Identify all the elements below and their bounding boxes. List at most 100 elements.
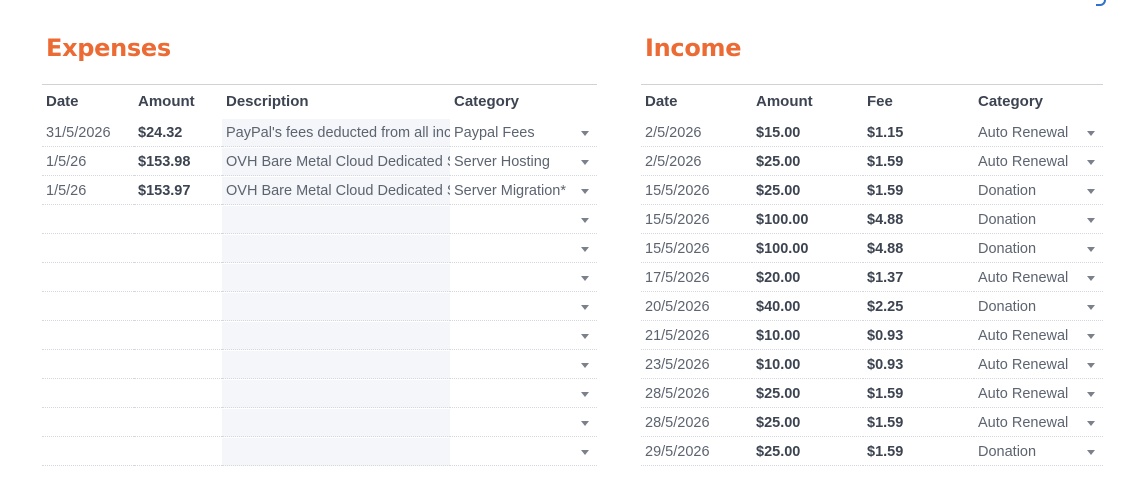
expense-date-cell[interactable]	[42, 438, 134, 466]
income-date-cell[interactable]: 23/5/2026	[641, 351, 752, 379]
expense-description-cell[interactable]	[222, 206, 450, 234]
expense-amount-cell[interactable]	[134, 322, 222, 350]
income-fee-cell[interactable]: $4.88	[863, 235, 974, 263]
chevron-down-icon[interactable]	[581, 334, 589, 339]
income-amount-cell[interactable]: $10.00	[752, 322, 863, 350]
expense-amount-cell[interactable]	[134, 293, 222, 321]
income-amount-cell[interactable]: $25.00	[752, 380, 863, 408]
income-amount-cell[interactable]: $40.00	[752, 293, 863, 321]
income-date-cell[interactable]: 20/5/2026	[641, 293, 752, 321]
chevron-down-icon[interactable]	[1087, 131, 1095, 136]
income-amount-cell[interactable]: $15.00	[752, 119, 863, 147]
expense-amount-cell[interactable]	[134, 438, 222, 466]
expense-amount-cell[interactable]	[134, 264, 222, 292]
expense-amount-cell[interactable]: $24.32	[134, 119, 222, 147]
chevron-down-icon[interactable]	[581, 421, 589, 426]
expense-category-select[interactable]	[450, 380, 597, 408]
income-fee-cell[interactable]: $0.93	[863, 322, 974, 350]
income-category-select[interactable]: Donation	[974, 177, 1103, 205]
income-date-cell[interactable]: 29/5/2026	[641, 438, 752, 466]
expense-date-cell[interactable]	[42, 264, 134, 292]
chevron-down-icon[interactable]	[1087, 189, 1095, 194]
income-fee-cell[interactable]: $2.25	[863, 293, 974, 321]
expense-category-select[interactable]: Server Hosting	[450, 148, 597, 176]
chevron-down-icon[interactable]	[581, 450, 589, 455]
chevron-down-icon[interactable]	[1087, 334, 1095, 339]
income-category-select[interactable]: Auto Renewal	[974, 148, 1103, 176]
income-category-select[interactable]: Auto Renewal	[974, 409, 1103, 437]
income-amount-cell[interactable]: $20.00	[752, 264, 863, 292]
income-category-select[interactable]: Auto Renewal	[974, 322, 1103, 350]
income-fee-cell[interactable]: $0.93	[863, 351, 974, 379]
income-amount-cell[interactable]: $25.00	[752, 177, 863, 205]
income-category-select[interactable]: Auto Renewal	[974, 264, 1103, 292]
chevron-down-icon[interactable]	[581, 189, 589, 194]
chevron-down-icon[interactable]	[581, 218, 589, 223]
income-date-cell[interactable]: 2/5/2026	[641, 119, 752, 147]
expense-date-cell[interactable]	[42, 293, 134, 321]
expense-category-select[interactable]	[450, 351, 597, 379]
income-amount-cell[interactable]: $25.00	[752, 409, 863, 437]
expense-description-cell[interactable]	[222, 293, 450, 321]
income-date-cell[interactable]: 15/5/2026	[641, 177, 752, 205]
expense-amount-cell[interactable]	[134, 380, 222, 408]
chevron-down-icon[interactable]	[581, 363, 589, 368]
expense-amount-cell[interactable]: $153.97	[134, 177, 222, 205]
expense-date-cell[interactable]	[42, 380, 134, 408]
chevron-down-icon[interactable]	[1087, 450, 1095, 455]
expense-date-cell[interactable]: 31/5/2026	[42, 119, 134, 147]
income-category-select[interactable]: Auto Renewal	[974, 351, 1103, 379]
expense-description-cell[interactable]: OVH Bare Metal Cloud Dedicated Server	[222, 177, 450, 205]
expense-date-cell[interactable]	[42, 322, 134, 350]
income-fee-cell[interactable]: $1.59	[863, 148, 974, 176]
chevron-down-icon[interactable]	[1087, 392, 1095, 397]
income-category-select[interactable]: Donation	[974, 235, 1103, 263]
income-date-cell[interactable]: 15/5/2026	[641, 235, 752, 263]
expense-amount-cell[interactable]	[134, 235, 222, 263]
expense-description-cell[interactable]	[222, 322, 450, 350]
income-date-cell[interactable]: 21/5/2026	[641, 322, 752, 350]
chevron-down-icon[interactable]	[1087, 160, 1095, 165]
income-fee-cell[interactable]: $4.88	[863, 206, 974, 234]
income-fee-cell[interactable]: $1.15	[863, 119, 974, 147]
chevron-down-icon[interactable]	[581, 247, 589, 252]
chevron-down-icon[interactable]	[581, 276, 589, 281]
chevron-down-icon[interactable]	[1087, 363, 1095, 368]
expense-description-cell[interactable]: PayPal's fees deducted from all income	[222, 119, 450, 147]
expense-amount-cell[interactable]	[134, 206, 222, 234]
income-amount-cell[interactable]: $10.00	[752, 351, 863, 379]
expense-date-cell[interactable]	[42, 351, 134, 379]
income-amount-cell[interactable]: $100.00	[752, 235, 863, 263]
chevron-down-icon[interactable]	[581, 160, 589, 165]
income-category-select[interactable]: Auto Renewal	[974, 119, 1103, 147]
income-date-cell[interactable]: 15/5/2026	[641, 206, 752, 234]
expense-amount-cell[interactable]: $153.98	[134, 148, 222, 176]
expense-description-cell[interactable]	[222, 438, 450, 466]
expense-amount-cell[interactable]	[134, 409, 222, 437]
income-amount-cell[interactable]: $100.00	[752, 206, 863, 234]
expense-category-select[interactable]	[450, 293, 597, 321]
chevron-down-icon[interactable]	[1087, 305, 1095, 310]
income-category-select[interactable]: Auto Renewal	[974, 380, 1103, 408]
chevron-down-icon[interactable]	[1087, 247, 1095, 252]
expense-date-cell[interactable]	[42, 206, 134, 234]
expense-date-cell[interactable]	[42, 409, 134, 437]
expense-amount-cell[interactable]	[134, 351, 222, 379]
income-amount-cell[interactable]: $25.00	[752, 438, 863, 466]
income-fee-cell[interactable]: $1.59	[863, 409, 974, 437]
expense-category-select[interactable]	[450, 322, 597, 350]
expense-description-cell[interactable]: OVH Bare Metal Cloud Dedicated Server	[222, 148, 450, 176]
income-date-cell[interactable]: 28/5/2026	[641, 380, 752, 408]
income-fee-cell[interactable]: $1.59	[863, 177, 974, 205]
chevron-down-icon[interactable]	[1087, 276, 1095, 281]
chevron-down-icon[interactable]	[1087, 421, 1095, 426]
expense-category-select[interactable]: Paypal Fees	[450, 119, 597, 147]
expense-description-cell[interactable]	[222, 409, 450, 437]
expense-description-cell[interactable]	[222, 351, 450, 379]
expense-category-select[interactable]	[450, 409, 597, 437]
expense-date-cell[interactable]: 1/5/26	[42, 148, 134, 176]
income-date-cell[interactable]: 17/5/2026	[641, 264, 752, 292]
expense-date-cell[interactable]: 1/5/26	[42, 177, 134, 205]
expense-category-select[interactable]: Server Migration*	[450, 177, 597, 205]
expense-category-select[interactable]	[450, 264, 597, 292]
